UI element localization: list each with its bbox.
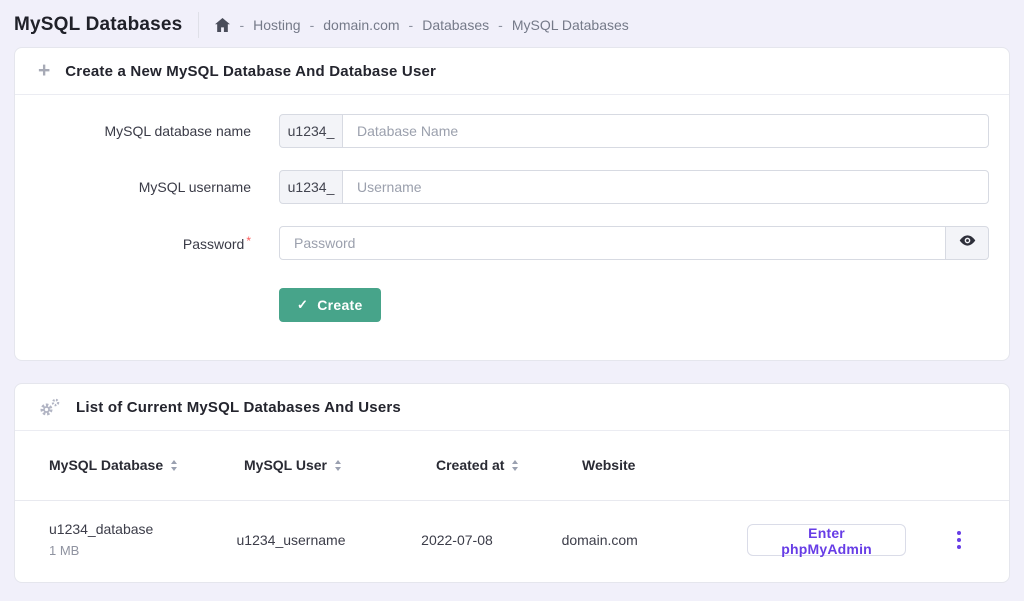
plus-icon: +: [38, 60, 50, 81]
database-name-input-group: u1234_: [279, 114, 989, 148]
user-cell: u1234_username: [237, 532, 422, 548]
password-row: Password*: [15, 226, 989, 260]
list-card-title: List of Current MySQL Databases And User…: [76, 399, 401, 416]
database-name-row: MySQL database name u1234_: [15, 114, 989, 148]
table-row: u1234_database 1 MB u1234_username 2022-…: [15, 501, 1009, 582]
username-prefix: u1234_: [279, 170, 343, 204]
create-button[interactable]: ✓ Create: [279, 288, 381, 322]
username-input-group: u1234_: [279, 170, 989, 204]
database-size: 1 MB: [49, 543, 237, 558]
create-database-form: MySQL database name u1234_ MySQL usernam…: [15, 95, 1009, 360]
column-header-user[interactable]: MySQL User: [244, 457, 436, 473]
create-button-label: Create: [317, 297, 362, 313]
breadcrumb-item-databases[interactable]: Databases: [422, 17, 489, 33]
column-label: Created at: [436, 457, 504, 473]
home-icon[interactable]: [215, 18, 230, 32]
column-header-website: Website: [582, 457, 775, 473]
create-database-card: + Create a New MySQL Database And Databa…: [14, 47, 1010, 361]
enter-phpmyadmin-button[interactable]: Enter phpMyAdmin: [747, 524, 906, 556]
breadcrumb-separator: -: [310, 17, 315, 33]
password-label-text: Password: [183, 236, 244, 252]
username-row: MySQL username u1234_: [15, 170, 989, 204]
breadcrumb-separator: -: [409, 17, 414, 33]
breadcrumb-separator: -: [498, 17, 503, 33]
password-input-group: [279, 226, 989, 260]
required-asterisk: *: [246, 234, 251, 248]
database-name-label: MySQL database name: [15, 123, 251, 139]
column-label: Website: [582, 457, 635, 473]
page-title: MySQL Databases: [14, 14, 182, 36]
column-header-created-at[interactable]: Created at: [436, 457, 582, 473]
username-label: MySQL username: [15, 179, 251, 195]
column-label: MySQL Database: [49, 457, 163, 473]
breadcrumb-item-domain[interactable]: domain.com: [323, 17, 399, 33]
database-name-prefix: u1234_: [279, 114, 343, 148]
created-at-cell: 2022-07-08: [421, 532, 561, 548]
column-label: MySQL User: [244, 457, 327, 473]
breadcrumb-separator: -: [239, 17, 244, 33]
gears-icon: [38, 397, 61, 418]
database-name-input[interactable]: [342, 114, 989, 148]
table-header-row: MySQL Database MySQL User Created at Web…: [15, 431, 1009, 501]
create-card-title: Create a New MySQL Database And Database…: [65, 63, 436, 80]
database-name: u1234_database: [49, 521, 237, 537]
list-card-header: List of Current MySQL Databases And User…: [15, 384, 1009, 431]
username-input[interactable]: [342, 170, 989, 204]
password-input[interactable]: [279, 226, 946, 260]
check-icon: ✓: [297, 297, 308, 313]
sort-icon: [335, 460, 341, 471]
database-list-card: List of Current MySQL Databases And User…: [14, 383, 1010, 583]
header-divider: [198, 12, 199, 38]
row-menu-kebab-icon[interactable]: [953, 527, 965, 553]
website-cell: domain.com: [562, 532, 748, 548]
create-card-header: + Create a New MySQL Database And Databa…: [15, 48, 1009, 95]
breadcrumb-item-hosting[interactable]: Hosting: [253, 17, 300, 33]
eye-icon: [958, 231, 977, 255]
breadcrumb-item-current: MySQL Databases: [512, 17, 629, 33]
database-cell: u1234_database 1 MB: [49, 521, 237, 558]
page-header: MySQL Databases - Hosting - domain.com -…: [0, 0, 1024, 47]
breadcrumb: - Hosting - domain.com - Databases - MyS…: [215, 17, 628, 33]
sort-icon: [512, 460, 518, 471]
password-label: Password*: [15, 234, 251, 252]
password-visibility-toggle[interactable]: [945, 226, 989, 260]
column-header-database[interactable]: MySQL Database: [49, 457, 244, 473]
sort-icon: [171, 460, 177, 471]
row-actions: Enter phpMyAdmin: [747, 524, 965, 556]
